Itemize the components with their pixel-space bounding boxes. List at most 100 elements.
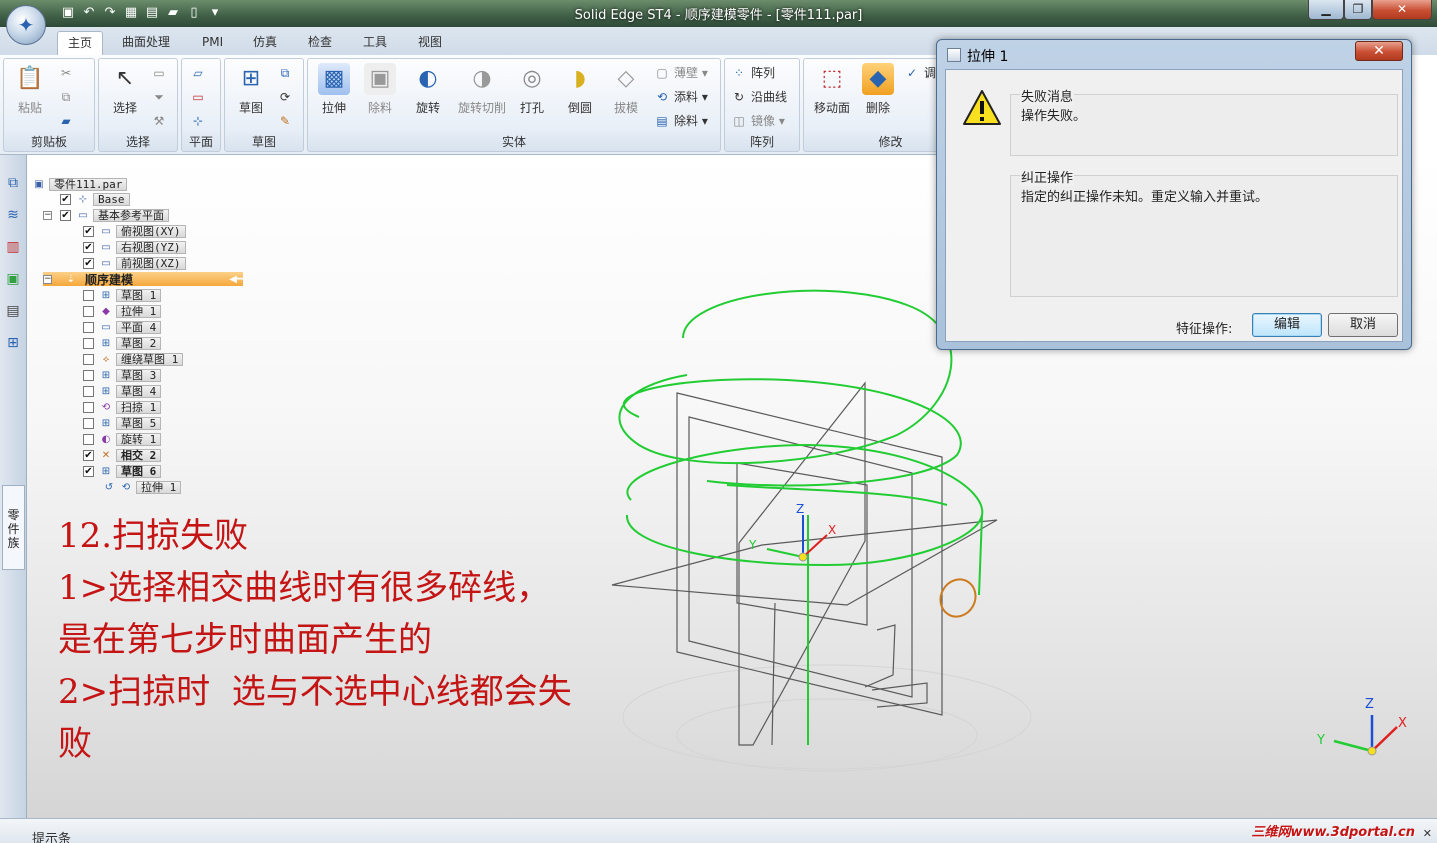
tree-checkbox[interactable]: ✔ (83, 225, 94, 237)
tree-plane-xy[interactable]: ✔ ▭ 俯视图(XY) (83, 224, 186, 238)
pattern-button[interactable]: ⁘ 阵列 (731, 63, 775, 83)
select-filter-button[interactable]: ⏷ (151, 87, 171, 107)
sensors-icon[interactable]: ▤ (3, 301, 23, 321)
sketch-tools-button[interactable]: ⟳ (277, 87, 297, 107)
revolve-button[interactable]: ◐ 旋转 (406, 63, 450, 116)
tree-feature-item[interactable]: ⊞ 草图 1 (83, 288, 162, 302)
part-family-icon[interactable]: ⊞ (3, 333, 23, 353)
select-tools-button[interactable]: ⚒ (151, 111, 171, 131)
tree-active-feature[interactable]: ↺ ⟲ 拉伸 1 (102, 480, 182, 494)
revolved-cut-button[interactable]: ◑ 旋转切削 (454, 63, 510, 116)
tree-checkbox[interactable] (83, 353, 94, 365)
tree-checkbox[interactable]: ✔ (83, 257, 94, 269)
app-menu-button[interactable]: ✦ (6, 5, 46, 45)
tree-feature-label: 旋转 1 (116, 432, 162, 446)
edit-button[interactable]: 编辑 (1252, 313, 1322, 337)
tree-checkbox[interactable] (83, 433, 94, 445)
tree-checkbox[interactable] (83, 337, 94, 349)
tree-feature-item[interactable]: ⊞ 草图 4 (83, 384, 162, 398)
tree-plane-yz[interactable]: ✔ ▭ 右视图(YZ) (83, 240, 186, 254)
tree-checkbox[interactable] (83, 417, 94, 429)
round-button[interactable]: ◗ 倒圆 (558, 63, 602, 116)
tree-feature-item[interactable]: ◆ 拉伸 1 (83, 304, 162, 318)
paste-button[interactable]: 📋 粘贴 (8, 63, 52, 116)
tab-view[interactable]: 视图 (408, 31, 452, 55)
pathfinder-icon[interactable]: ⧉ (3, 173, 23, 193)
tree-checkbox[interactable]: ✔ (83, 241, 94, 253)
tab-home[interactable]: 主页 (57, 31, 104, 55)
maximize-icon[interactable]: ❐ (1344, 0, 1372, 20)
dialog-close-button[interactable]: ✕ (1355, 41, 1403, 61)
cut-button[interactable]: ✂ (58, 63, 78, 83)
draft-button[interactable]: ◇ 拔模 (604, 63, 648, 116)
select-button[interactable]: ↖ 选择 (103, 63, 147, 116)
tree-feature-item[interactable]: ⟲ 扫掠 1 (83, 400, 162, 414)
tree-checkbox[interactable] (83, 401, 94, 413)
window-title: Solid Edge ST4 - 顺序建模零件 - [零件111.par] (574, 8, 863, 23)
sketch-button[interactable]: ⊞ 草图 (229, 63, 273, 116)
format-painter-button[interactable]: ▰ (58, 111, 78, 131)
tree-checkbox[interactable] (83, 385, 94, 397)
pencil-button[interactable]: ✎ (277, 111, 297, 131)
tree-checkbox[interactable] (83, 305, 94, 317)
tree-plane-xz[interactable]: ✔ ▭ 前视图(XZ) (83, 256, 186, 270)
cancel-button[interactable]: 取消 (1328, 313, 1398, 337)
tree-feature-item[interactable]: ▭ 平面 4 (83, 320, 162, 334)
tree-checkbox[interactable]: ✔ (60, 193, 71, 205)
group-label-select: 选择 (125, 135, 150, 149)
tree-feature-item[interactable]: ◐ 旋转 1 (83, 432, 162, 446)
feature-library-icon[interactable]: ▥ (3, 237, 23, 257)
plane-options-button[interactable]: ▭ (190, 87, 210, 107)
tree-feature-item[interactable]: ⟡ 缠绕草图 1 (83, 352, 184, 366)
tree-feature-item[interactable]: ⊞ 草图 5 (83, 416, 162, 430)
coordinate-system-button[interactable]: ⊹ (190, 111, 210, 131)
delete-button[interactable]: ◆ 删除 (856, 63, 900, 116)
tab-tools[interactable]: 工具 (353, 31, 397, 55)
tree-feature-item[interactable]: ✔ ✕ 相交 2 (83, 448, 162, 462)
color-manager-icon[interactable]: ▣ (3, 269, 23, 289)
project-icon: ⧉ (280, 66, 290, 80)
along-curve-button[interactable]: ↻ 沿曲线 (731, 87, 787, 107)
project-button[interactable]: ⧉ (277, 63, 297, 83)
move-face-button[interactable]: ⬚ 移动面 (808, 63, 856, 116)
mirror-button[interactable]: ◫ 镜像 ▾ (731, 111, 785, 131)
minimize-icon[interactable]: ▁ (1308, 0, 1344, 20)
tree-checkbox[interactable]: ✔ (83, 449, 94, 461)
tree-checkbox[interactable]: ✔ (83, 465, 94, 477)
part-family-tab[interactable]: 零件族 (2, 485, 25, 570)
tree-checkbox[interactable] (83, 289, 94, 301)
close-icon[interactable]: ✕ (1372, 0, 1432, 20)
extrude-button[interactable]: ▩ 拉伸 (312, 63, 356, 116)
dialog-window-icon (947, 48, 961, 62)
close-icon[interactable]: ✕ (1423, 827, 1432, 840)
tree-checkbox[interactable] (83, 369, 94, 381)
tree-ref-planes[interactable]: − ✔ ▭ 基本参考平面 (43, 208, 169, 222)
select-box-button[interactable]: ▭ (151, 63, 171, 83)
tab-pmi[interactable]: PMI (192, 31, 233, 55)
tree-base[interactable]: ✔ ⊹ Base (60, 192, 130, 206)
plane-button[interactable]: ▱ (190, 63, 210, 83)
remove-material-button[interactable]: ▤ 除料 ▾ (654, 111, 708, 131)
axis-z-label: Z (796, 502, 804, 516)
thin-wall-button[interactable]: ▢ 薄壁 ▾ (654, 63, 708, 83)
tree-feature-item[interactable]: ⊞ 草图 3 (83, 368, 162, 382)
view-x-label: X (1398, 716, 1407, 731)
tree-root[interactable]: ▣ 零件111.par (32, 177, 128, 191)
tab-surfacing[interactable]: 曲面处理 (112, 31, 180, 55)
tree-feature-item[interactable]: ⊞ 草图 2 (83, 336, 162, 350)
tree-ordered-header[interactable]: − ⇣ 顺序建模 ◀━ (43, 272, 243, 287)
tab-simulation[interactable]: 仿真 (243, 31, 287, 55)
tab-inspect[interactable]: 检查 (298, 31, 342, 55)
copy-button[interactable]: ⧉ (58, 87, 78, 107)
tree-feature-item[interactable]: ✔ ⊞ 草图 6 (83, 464, 162, 478)
tree-checkbox[interactable]: ✔ (60, 209, 71, 221)
collapse-icon[interactable]: − (43, 210, 52, 220)
add-material-button[interactable]: ⟲ 添料 ▾ (654, 87, 708, 107)
layers-icon[interactable]: ≋ (3, 205, 23, 225)
hole-button[interactable]: ◎ 打孔 (510, 63, 554, 116)
adjust-button[interactable]: ✓ 调 (904, 63, 936, 83)
cutout-button[interactable]: ▣ 除料 (358, 63, 402, 116)
collapse-icon[interactable]: − (43, 274, 52, 284)
tree-checkbox[interactable] (83, 321, 94, 333)
rollback-icon: ↺ (104, 481, 114, 493)
